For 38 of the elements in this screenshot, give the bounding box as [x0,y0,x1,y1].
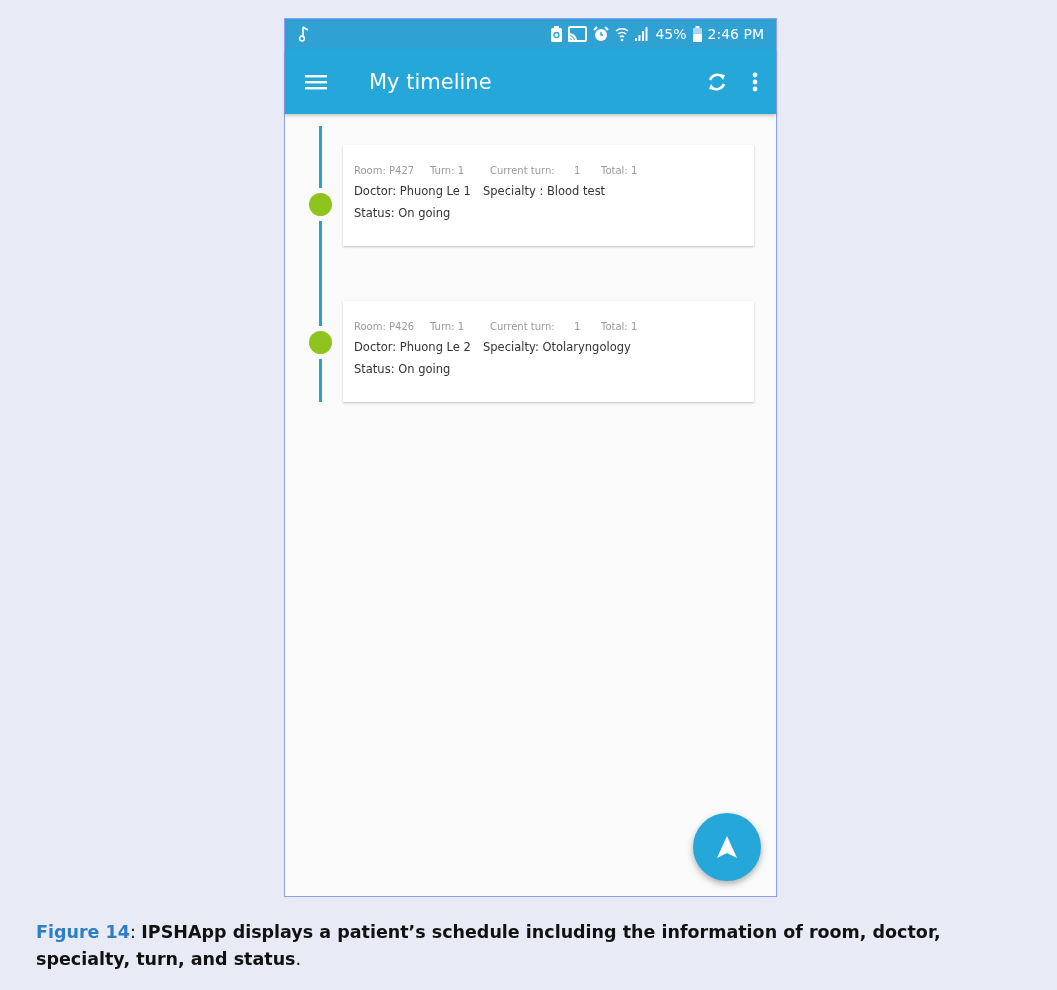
figure-caption: Figure 14: IPSHApp displays a patient’s schedule including the information of room, doctor, specialty, turn, and status. [36,921,942,971]
battery-percent: 45% [655,26,687,42]
timeline-line [318,126,322,188]
turn-label: Turn: 1 [430,165,466,176]
specialty-label: Specialty : Blood test [483,184,606,198]
timeline-dot [308,192,332,216]
current-turn-label: Current turn: [490,321,556,332]
timeline-dot [308,330,332,354]
status-label: Status: On going [354,362,451,376]
wifi-icon [615,26,630,42]
appointment-card[interactable]: Room: P427 Turn: 1 Current turn: 1 Total: 1 Doctor: Phuong Le 1 Specialty : Blood test Status: On going [343,145,754,246]
doctor-label: Doctor: Phuong Le 2 [354,340,472,354]
navigation-arrow-icon [717,836,737,858]
menu-icon[interactable] [305,73,327,90]
alarm-clock-icon [593,26,610,42]
current-turn-label: Current turn: [490,165,556,176]
room-label: Room: P426 [354,321,416,332]
doctor-label: Doctor: Phuong Le 1 [354,184,472,198]
refresh-icon[interactable] [706,70,728,93]
total-label: Total: 1 [601,321,638,332]
app-title: My timeline [369,69,493,94]
battery-icon [692,26,702,42]
timeline-line [318,358,322,402]
current-turn-value: 1 [574,321,582,332]
appointment-card[interactable]: Room: P426 Turn: 1 Current turn: 1 Total: 1 Doctor: Phuong Le 2 Specialty: Otolaryngology Status: On going [343,301,754,402]
navigate-button[interactable] [693,813,761,881]
status-label: Status: On going [354,206,451,220]
battery-saver-icon [551,26,563,42]
room-label: Room: P427 [354,165,416,176]
specialty-label: Specialty: Otolaryngology [483,340,631,354]
current-turn-value: 1 [574,165,582,176]
clock-time: 2:46 PM [707,26,764,42]
total-label: Total: 1 [601,165,638,176]
turn-label: Turn: 1 [430,321,466,332]
music-note-icon [299,26,309,42]
cast-icon [568,26,588,42]
more-options-icon[interactable] [752,71,758,92]
signal-icon [635,26,650,42]
